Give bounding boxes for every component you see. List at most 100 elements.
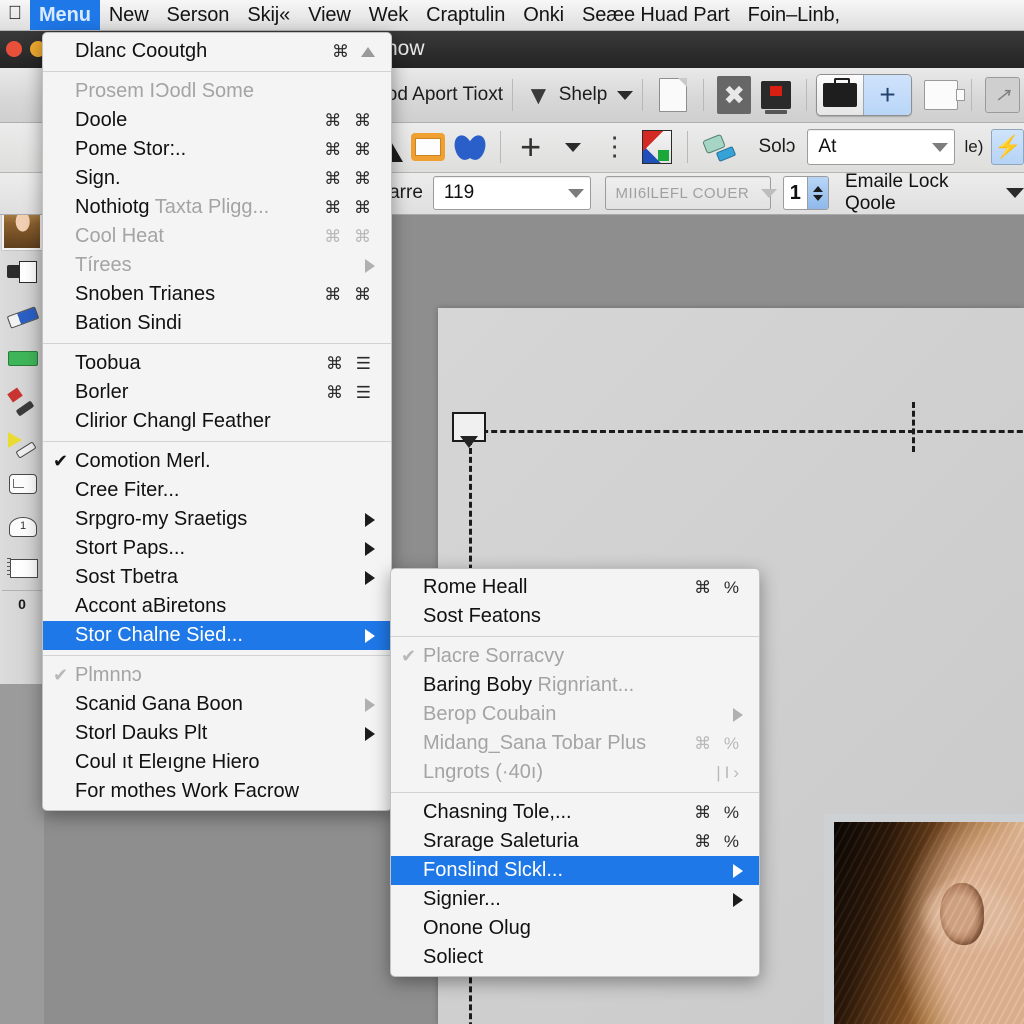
menu-shortcut: ⌘ % [694, 802, 743, 822]
menu-item-label: Stort Paps... [75, 537, 186, 559]
submenu-item[interactable]: Berop Coubain [391, 700, 759, 729]
photo-preview-panel[interactable] [824, 814, 1024, 1024]
menu-item[interactable]: Doole ⌘ ⌘ [43, 106, 391, 135]
close-icon[interactable] [6, 41, 22, 57]
menu-item[interactable]: ✔ Comotion Merl. [43, 447, 391, 476]
toolbar-divider [511, 79, 513, 111]
highlighter-tool[interactable] [2, 338, 42, 378]
menu-shortcut: ⌘ [332, 41, 353, 61]
panel-button[interactable] [410, 128, 445, 166]
menu-item[interactable]: Coul ıt Eleıgne Hiero [43, 748, 391, 777]
new-document-button[interactable] [656, 76, 690, 114]
cut-tool-button[interactable]: ✖ [717, 76, 752, 114]
stamp-down-tool[interactable] [2, 506, 42, 546]
submenu-item[interactable]: Srarage Saleturia ⌘ % [391, 827, 759, 856]
menubar-item-label: Wek [368, 3, 409, 26]
note-tool[interactable] [2, 464, 42, 504]
menu-item[interactable]: For mothes Work Facrow [43, 777, 391, 806]
menu-item[interactable]: Cool Heat ⌘ ⌘ [43, 222, 391, 251]
menu-item[interactable]: Snoben Trianes ⌘ ⌘ [43, 280, 391, 309]
menubar-item-view[interactable]: View [299, 0, 360, 30]
submenu-item-label: Placre Sorracvy [423, 645, 565, 667]
menu-item[interactable]: Storl Dauks Plt [43, 719, 391, 748]
menu-item[interactable]: Sost Tbetra [43, 563, 391, 592]
menu-item[interactable]: Scanid Gana Boon [43, 690, 391, 719]
vertical-guide-top[interactable] [912, 402, 915, 452]
briefcase-add-group[interactable]: + [816, 74, 912, 116]
chevron-right-icon [365, 541, 375, 556]
stepper-up-icon[interactable] [813, 185, 823, 192]
chevron-down-icon[interactable] [617, 90, 634, 100]
menubar-item-craptulin[interactable]: Craptulin [417, 0, 514, 30]
menubar-item-serson[interactable]: Serson [158, 0, 239, 30]
page-stepper[interactable]: 1 [782, 176, 829, 210]
add-button[interactable]: + [863, 75, 911, 115]
menubar-item-se-e-huad-part[interactable]: Seæe Huad Part [573, 0, 739, 30]
frame-button[interactable] [923, 76, 965, 114]
chevron-right-icon [365, 570, 375, 585]
menu-item[interactable]: Dlanc Cooutgh ⌘ [43, 37, 391, 66]
menu-item[interactable]: Prosem IƆodl Some [43, 77, 391, 106]
menubar-item-foin-linb[interactable]: Foin–Linb, [739, 0, 849, 30]
menubar-item-menu[interactable]: Menu [30, 0, 100, 30]
menu-item[interactable]: Accont aBiretons [43, 592, 391, 621]
lock-mode-dropdown[interactable]: Emaile Lock Qoole [845, 171, 1024, 215]
info-button[interactable]: ⋮ [598, 128, 632, 166]
submenu-item[interactable]: Soliect [391, 943, 759, 972]
menu-item[interactable]: Borler ⌘ ☰ [43, 378, 391, 407]
horizontal-guide[interactable] [464, 430, 1024, 433]
submenu-item[interactable]: Onone Olug [391, 914, 759, 943]
menu-item-label-secondary: Taxta Pligg... [149, 196, 270, 218]
menubar-item-new[interactable]: New [100, 0, 158, 30]
menu-item[interactable]: Sign. ⌘ ⌘ [43, 164, 391, 193]
menu-item[interactable]: Clirior Changl Feather [43, 407, 391, 436]
marker-tool[interactable] [2, 380, 42, 420]
menu-item[interactable]: Pome Stor:.. ⌘ ⌘ [43, 135, 391, 164]
menu-item[interactable]: ✔ Plmnnɔ [43, 661, 391, 690]
scanner-button[interactable] [759, 76, 793, 114]
briefcase-button[interactable] [817, 75, 864, 115]
menu-item[interactable]: Cree Fiter... [43, 476, 391, 505]
menubar-item-wek[interactable]: Wek [360, 0, 417, 30]
submenu-item[interactable]: Fonslind Slckl... [391, 856, 759, 885]
menubar-item-onki[interactable]: Onki [514, 0, 573, 30]
pen-tool[interactable] [2, 296, 42, 336]
filter-button[interactable]: ▼ [525, 76, 551, 114]
apple-logo-icon[interactable]:  [0, 0, 30, 32]
arrow-tool[interactable] [2, 422, 42, 462]
menu-item[interactable]: Bation Sindi [43, 309, 391, 338]
add-item-button[interactable]: + [514, 128, 548, 166]
shape-button[interactable] [453, 128, 487, 166]
carre-select[interactable]: 119 [432, 176, 591, 210]
spray-button[interactable] [700, 128, 740, 166]
menu-item[interactable]: Tírees [43, 251, 391, 280]
menu-item[interactable]: Stort Paps... [43, 534, 391, 563]
submenu-item-label: Rome Heall [423, 576, 528, 598]
add-dropdown[interactable] [556, 128, 590, 166]
color-swatch-button[interactable] [640, 128, 674, 166]
menu-item[interactable]: Stor Chalne Sied... [43, 621, 391, 650]
menubar-item-skij[interactable]: Skij« [238, 0, 299, 30]
submenu-panel[interactable]: Rome Heall ⌘ % Sost Featons ✔ Placre Sorracv… [390, 568, 760, 977]
submenu-item[interactable]: Midang_Sana Tobar Plus ⌘ % [391, 729, 759, 758]
submenu-item[interactable]: Lngrots (·40ı) |I› [391, 758, 759, 787]
main-dropdown-menu[interactable]: Dlanc Cooutgh ⌘ Prosem IƆodl Some Doole ⌘ ⌘ P… [42, 32, 392, 811]
menu-item[interactable]: Srpgro-my Sraetigs [43, 505, 391, 534]
app-root: ◓ 0 Carre [0, 0, 1024, 1024]
submenu-item[interactable]: Rome Heall ⌘ % [391, 573, 759, 602]
stamp-tool[interactable] [2, 254, 42, 294]
submenu-item[interactable]: Baring Boby Rignriant... [391, 671, 759, 700]
toolbar-divider [971, 79, 973, 111]
window-tool[interactable] [2, 548, 42, 588]
submenu-item[interactable]: Chasning Tole,... ⌘ % [391, 798, 759, 827]
stepper-down-icon[interactable] [813, 194, 823, 201]
graph-button[interactable]: ↗ [985, 76, 1021, 114]
bolt-button[interactable]: ⚡ [991, 129, 1024, 165]
mode-select[interactable]: At [807, 129, 955, 165]
submenu-item[interactable]: Sost Featons [391, 602, 759, 631]
menu-item[interactable]: Nothiotɡ Taxta Pligg... ⌘ ⌘ [43, 193, 391, 222]
submenu-item[interactable]: Signier... [391, 885, 759, 914]
submenu-item[interactable]: ✔ Placre Sorracvy [391, 642, 759, 671]
menu-item[interactable]: Toobua ⌘ ☰ [43, 349, 391, 378]
stepper-arrows[interactable] [807, 177, 828, 209]
